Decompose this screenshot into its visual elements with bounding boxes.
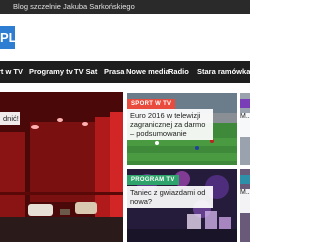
program-article-card[interactable]: PROGRAM TV Taniec z gwiazdami od nowa?: [127, 169, 237, 242]
side-article-title-1[interactable]: M...: [240, 113, 250, 137]
category-badge-side-1: [240, 99, 250, 108]
program-article-title[interactable]: Taniec z gwiazdami od nowa?: [127, 186, 213, 208]
nav-item-prasa[interactable]: Prasa: [104, 67, 124, 76]
main-navigation: rt w TV Programy tv TV Sat Prasa Nowe me…: [0, 61, 250, 83]
side-article-card-1[interactable]: M...: [240, 93, 250, 165]
category-badge-side-2: [240, 175, 250, 184]
featured-article-title[interactable]: dnić!: [0, 112, 20, 125]
side-article-card-2[interactable]: M...: [240, 169, 250, 242]
sport-article-title[interactable]: Euro 2016 w telewizji zagranicznej za da…: [127, 109, 213, 140]
nav-item-tv-sat[interactable]: TV Sat: [74, 67, 97, 76]
site-logo[interactable]: PL: [0, 26, 15, 49]
featured-article-card[interactable]: dnić!: [0, 92, 123, 242]
nav-item-stara-ramowka[interactable]: Stara ramówka: [197, 67, 250, 76]
category-badge-sport[interactable]: SPORT W TV: [127, 99, 176, 109]
nav-item-radio[interactable]: Radio: [168, 67, 189, 76]
nav-item-sport-w-tv[interactable]: rt w TV: [0, 67, 23, 76]
side-article-title-2[interactable]: M...: [240, 189, 250, 213]
site-tagline: Blog szczelnie Jakuba Sarkońskiego: [13, 2, 135, 11]
top-bar: Blog szczelnie Jakuba Sarkońskiego: [0, 0, 250, 14]
sport-article-card[interactable]: SPORT W TV Euro 2016 w telewizji zagrani…: [127, 93, 237, 165]
category-badge-program[interactable]: PROGRAM TV: [127, 175, 179, 185]
nav-item-programy-tv[interactable]: Programy tv: [29, 67, 73, 76]
nav-item-nowe-media[interactable]: Nowe media: [126, 67, 170, 76]
